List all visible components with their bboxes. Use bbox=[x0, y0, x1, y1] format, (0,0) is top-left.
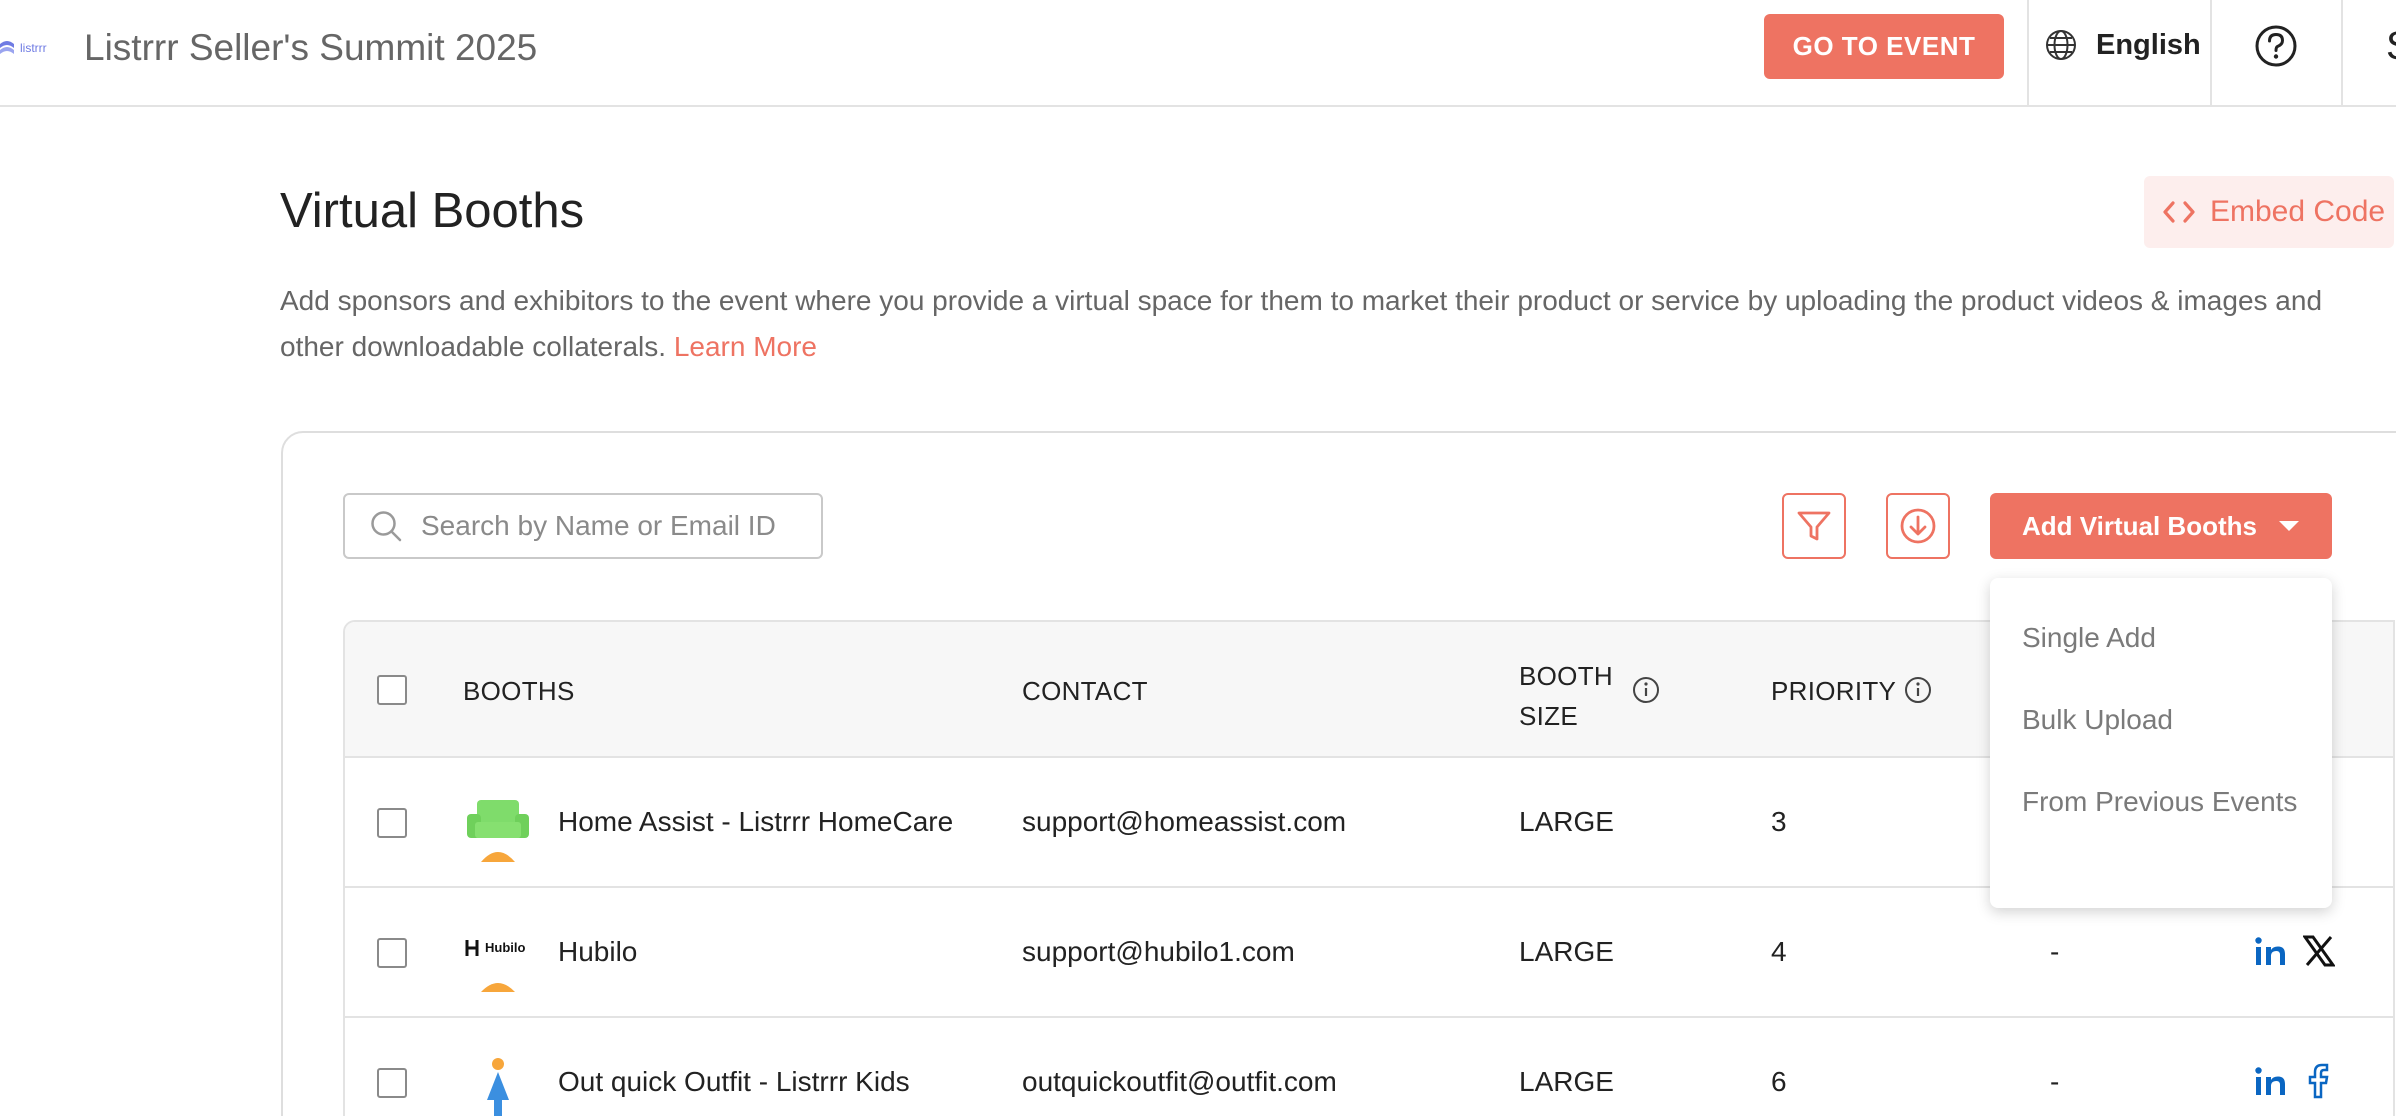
booth-contact: support@homeassist.com bbox=[1022, 806, 1347, 837]
embed-code-label: Embed Code bbox=[2210, 195, 2386, 228]
help-button[interactable] bbox=[2254, 24, 2298, 73]
logo-mark-icon bbox=[0, 41, 14, 54]
booth-contact: outquickoutfit@outfit.com bbox=[1022, 1066, 1337, 1097]
search-placeholder: Search by Name or Email ID bbox=[421, 510, 776, 541]
column-header-booths[interactable]: BOOTHS bbox=[463, 676, 575, 707]
learn-more-link[interactable]: Learn More bbox=[674, 331, 817, 362]
booth-name[interactable]: Home Assist - Listrrr HomeCare bbox=[558, 806, 953, 838]
column-header-priority[interactable]: PRIORITY bbox=[1771, 676, 1896, 707]
page-description: Add sponsors and exhibitors to the event… bbox=[280, 278, 2390, 370]
booth-size-line-1: BOOTH bbox=[1519, 661, 1613, 691]
header-divider bbox=[2027, 0, 2029, 106]
top-bar: listrrr Listrrr Seller's Summit 2025 GO … bbox=[0, 0, 2396, 107]
download-button[interactable] bbox=[1886, 493, 1950, 559]
booth-extra-value: - bbox=[2050, 1066, 2060, 1097]
help-icon bbox=[2255, 25, 2297, 67]
social-links bbox=[2253, 933, 2335, 969]
menu-item-bulk-upload[interactable]: Bulk Upload bbox=[2022, 698, 2302, 742]
linkedin-icon[interactable] bbox=[2253, 933, 2289, 969]
add-booths-dropdown: Single Add Bulk Upload From Previous Eve… bbox=[1990, 578, 2332, 908]
x-twitter-icon[interactable] bbox=[2303, 933, 2335, 969]
search-input[interactable]: Search by Name or Email ID bbox=[343, 493, 823, 559]
booth-size: LARGE bbox=[1519, 806, 1614, 837]
booth-name[interactable]: Hubilo bbox=[558, 936, 637, 968]
booth-extra-value: - bbox=[2050, 936, 2060, 967]
code-icon bbox=[2163, 201, 2195, 223]
caret-down-icon bbox=[2278, 521, 2299, 531]
info-icon[interactable] bbox=[1631, 675, 1661, 705]
row-checkbox[interactable] bbox=[377, 808, 407, 838]
booth-priority: 3 bbox=[1771, 806, 1787, 837]
event-title: Listrrr Seller's Summit 2025 bbox=[84, 27, 538, 68]
booth-size: LARGE bbox=[1519, 1066, 1614, 1097]
row-checkbox[interactable] bbox=[377, 1068, 407, 1098]
column-header-contact[interactable]: CONTACT bbox=[1022, 676, 1148, 707]
hubilo-logo-icon bbox=[465, 940, 515, 992]
header-divider bbox=[2210, 0, 2212, 106]
booth-name[interactable]: Out quick Outfit - Listrrr Kids bbox=[558, 1066, 910, 1098]
booth-size-line-2: SIZE bbox=[1519, 701, 1578, 731]
logo-text: listrrr bbox=[20, 41, 47, 55]
embed-code-button[interactable]: Embed Code bbox=[2144, 176, 2394, 248]
menu-item-from-previous-events[interactable]: From Previous Events bbox=[2022, 780, 2302, 824]
linkedin-icon[interactable] bbox=[2253, 1063, 2289, 1099]
header-divider bbox=[2341, 0, 2343, 106]
booth-size: LARGE bbox=[1519, 936, 1614, 967]
add-virtual-booths-button[interactable]: Add Virtual Booths bbox=[1990, 493, 2332, 559]
social-links bbox=[2253, 1063, 2333, 1099]
language-selector[interactable]: English bbox=[2044, 28, 2201, 62]
booth-contact: support@hubilo1.com bbox=[1022, 936, 1295, 967]
page-title: Virtual Booths bbox=[280, 184, 585, 238]
menu-item-single-add[interactable]: Single Add bbox=[2022, 616, 2302, 660]
hubilo-logo-text: Hubilo bbox=[485, 940, 526, 955]
filter-button[interactable] bbox=[1782, 493, 1846, 559]
globe-icon bbox=[2046, 30, 2076, 60]
booth-priority: 6 bbox=[1771, 1066, 1787, 1097]
add-virtual-booths-label: Add Virtual Booths bbox=[2022, 510, 2257, 541]
booth-priority: 4 bbox=[1771, 936, 1787, 967]
home-assist-logo-icon bbox=[467, 800, 529, 862]
description-text: Add sponsors and exhibitors to the event… bbox=[280, 285, 2323, 362]
listrrr-logo[interactable]: listrrr bbox=[0, 36, 47, 60]
hubilo-logo: Hubilo bbox=[463, 926, 533, 992]
search-icon bbox=[371, 511, 402, 542]
go-to-event-button[interactable]: GO TO EVENT bbox=[1764, 14, 2004, 79]
table-row[interactable]: Out quick Outfit - Listrrr Kids outquick… bbox=[345, 1018, 2393, 1116]
column-header-booth-size[interactable]: BOOTH SIZE bbox=[1519, 656, 1613, 736]
out-quick-outfit-logo-icon bbox=[487, 1058, 509, 1116]
facebook-icon[interactable] bbox=[2303, 1063, 2333, 1099]
profile-button[interactable]: S bbox=[2386, 24, 2396, 69]
language-label: English bbox=[2096, 28, 2201, 61]
download-icon bbox=[1900, 508, 1936, 544]
filter-icon bbox=[1797, 511, 1831, 541]
select-all-checkbox[interactable] bbox=[377, 675, 407, 705]
row-checkbox[interactable] bbox=[377, 938, 407, 968]
info-icon[interactable] bbox=[1903, 675, 1933, 705]
